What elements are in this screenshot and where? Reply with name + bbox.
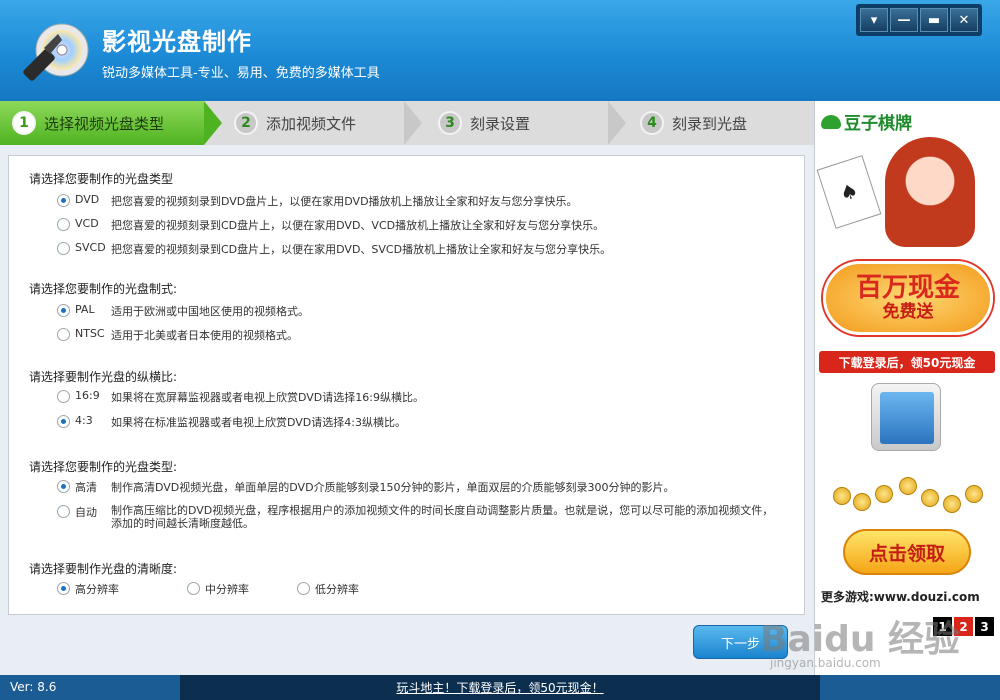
option-description: 如果将在标准监视器或者电视上欣赏DVD请选择4:3纵横比。 [111,416,406,429]
window-controls: ▾ — ▬ ✕ [856,4,982,36]
option-svcd[interactable]: SVCD 把您喜爱的视频刻录到CD盘片上，以便在家用DVD、SVCD播放机上播放… [57,241,611,257]
option-16-9[interactable]: 16:9 如果将在宽屏幕监视器或者电视上欣赏DVD请选择16:9纵横比。 [57,389,424,405]
radio-button[interactable] [57,582,70,595]
step-burn-to-disc[interactable]: 4 刻录到光盘 [640,101,810,145]
radio-button[interactable] [187,582,200,595]
step-add-video[interactable]: 2 添加视频文件 [234,101,404,145]
aspect-ratio-title: 请选择要制作光盘的纵横比: [29,370,178,384]
step-number: 4 [640,111,664,135]
option-medium-resolution[interactable]: 中分辨率 [187,581,249,597]
ad-page-3[interactable]: 3 [975,617,994,636]
leaf-logo-icon [821,114,841,129]
step-label: 添加视频文件 [266,114,357,133]
disc-logo-icon [23,23,89,81]
option-high-resolution[interactable]: 高分辨率 [57,581,119,597]
option-label: 低分辨率 [315,583,359,596]
option-label: 中分辨率 [205,583,249,596]
option-low-resolution[interactable]: 低分辨率 [297,581,359,597]
option-auto[interactable]: 自动 制作高压缩比的DVD视频光盘，程序根据用户的添加视频文件的时间长度自动调整… [57,504,792,530]
option-hd[interactable]: 高清 制作高清DVD视频光盘，单面单层的DVD介质能够刻录150分钟的影片，单面… [57,479,675,495]
option-4-3[interactable]: 4:3 如果将在标准监视器或者电视上欣赏DVD请选择4:3纵横比。 [57,414,406,430]
disc-type-title: 请选择您要制作的光盘类型 [29,172,174,186]
resolution-title: 请选择要制作光盘的清晰度: [29,562,178,576]
step-select-disc-type[interactable]: 1 选择视频光盘类型 [0,101,204,145]
option-label: 16:9 [75,389,100,402]
app-subtitle: 锐动多媒体工具-专业、易用、免费的多媒体工具 [102,66,380,81]
option-vcd[interactable]: VCD 把您喜爱的视频刻录到CD盘片上，以便在家用DVD、VCD播放机上播放让全… [57,217,604,233]
option-label: 自动 [75,506,97,519]
option-description: 如果将在宽屏幕监视器或者电视上欣赏DVD请选择16:9纵横比。 [111,391,424,404]
app-title: 影视光盘制作 [102,28,252,56]
step-label: 刻录设置 [470,114,531,133]
option-description: 制作高清DVD视频光盘，单面单层的DVD介质能够刻录150分钟的影片，单面双层的… [111,481,675,494]
ad-headline: 百万现金 免费送 [823,261,993,335]
quality-type-title: 请选择您要制作的光盘类型: [29,460,178,474]
baidu-watermark-url: jingyan.baidu.com [770,656,881,670]
version-label: Ver: 8.6 [10,680,57,694]
option-label: PAL [75,303,95,316]
radio-button[interactable] [57,194,70,207]
step-arrow [404,101,422,145]
option-label: VCD [75,217,99,230]
step-number: 1 [12,111,36,135]
cartoon-girl-image [885,137,975,247]
step-burn-settings[interactable]: 3 刻录设置 [438,101,608,145]
step-arrow [608,101,626,145]
radio-button[interactable] [57,304,70,317]
option-label: NTSC [75,327,105,340]
phone-image [871,383,941,451]
option-label: 4:3 [75,414,93,427]
step-number: 3 [438,111,462,135]
radio-button[interactable] [57,415,70,428]
minimize-button[interactable]: — [890,8,918,32]
radio-button[interactable] [57,328,70,341]
claim-button[interactable]: 点击领取 [843,529,971,575]
option-description: 适用于北美或者日本使用的视频格式。 [111,329,298,342]
option-label: 高清 [75,481,97,494]
option-pal[interactable]: PAL 适用于欧洲或中国地区使用的视频格式。 [57,303,309,319]
more-games-link[interactable]: 更多游戏:www.douzi.com [821,588,980,605]
tv-format-title: 请选择您要制作的光盘制式: [29,282,178,296]
ad-red-banner: 下载登录后，领50元现金 [819,351,995,373]
option-label: DVD [75,193,100,206]
option-dvd[interactable]: DVD 把您喜爱的视频刻录到DVD盘片上，以便在家用DVD播放机上播放让全家和好… [57,193,578,209]
step-label: 刻录到光盘 [672,114,748,133]
step-number: 2 [234,111,258,135]
option-ntsc[interactable]: NTSC 适用于北美或者日本使用的视频格式。 [57,327,298,343]
title-bar: 影视光盘制作 锐动多媒体工具-专业、易用、免费的多媒体工具 ▾ — ▬ ✕ [0,0,1000,101]
gold-coins-image [825,457,990,517]
ad-ticker-link[interactable]: 玩斗地主！下载登录后，领50元现金！ [180,675,820,700]
dropdown-menu-button[interactable]: ▾ [860,8,888,32]
baidu-watermark: Baidu 经验 [760,619,961,660]
radio-button[interactable] [57,390,70,403]
step-label: 选择视频光盘类型 [44,114,165,133]
radio-button[interactable] [57,480,70,493]
close-button[interactable]: ✕ [950,8,978,32]
option-description: 把您喜爱的视频刻录到CD盘片上，以便在家用DVD、VCD播放机上播放让全家和好友… [111,219,605,232]
ad-headline-sub: 免费送 [882,301,934,322]
option-description: 适用于欧洲或中国地区使用的视频格式。 [111,305,309,318]
option-description: 把您喜爱的视频刻录到DVD盘片上，以便在家用DVD播放机上播放让全家和好友与您分… [111,195,578,208]
option-label: SVCD [75,241,106,254]
option-description: 把您喜爱的视频刻录到CD盘片上，以便在家用DVD、SVCD播放机上播放让全家和好… [111,243,612,256]
ad-brand-name: 豆子棋牌 [844,114,912,134]
radio-button[interactable] [57,242,70,255]
ad-headline-main: 百万现金 [855,273,960,304]
radio-button[interactable] [57,218,70,231]
radio-button[interactable] [297,582,310,595]
option-label: 高分辨率 [75,583,119,596]
options-panel: 请选择您要制作的光盘类型 DVD 把您喜爱的视频刻录到DVD盘片上，以便在家用D… [8,155,805,615]
step-arrow [204,101,222,145]
radio-button[interactable] [57,505,70,518]
maximize-button[interactable]: ▬ [920,8,948,32]
option-description: 制作高压缩比的DVD视频光盘，程序根据用户的添加视频文件的时间长度自动调整影片质… [111,504,774,530]
ad-panel[interactable]: 豆子棋牌 ♠ 百万现金 免费送 下载登录后，领50元现金 点击领取 更多游戏:w… [814,101,1000,675]
playing-cards-icon: ♠ [816,155,882,229]
wizard-steps: 1 选择视频光盘类型 2 添加视频文件 3 刻录设置 4 刻录到光盘 [0,101,814,145]
status-bar: Ver: 8.6 玩斗地主！下载登录后，领50元现金！ [0,675,1000,700]
ad-brand: 豆子棋牌 [821,109,912,134]
